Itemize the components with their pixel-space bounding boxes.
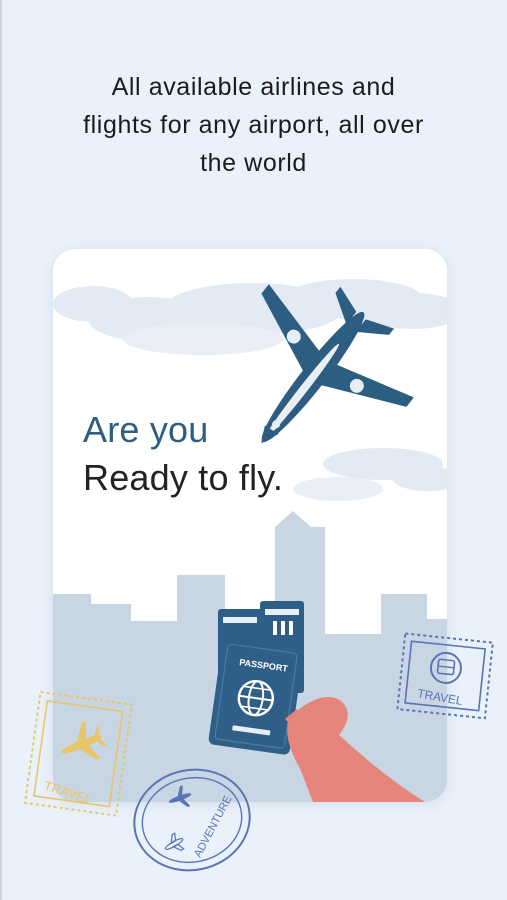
airplane-icon	[61, 721, 107, 760]
airplane-icon	[168, 785, 192, 807]
headline-line: the world	[200, 149, 307, 177]
airplane-outline-icon	[164, 832, 185, 851]
headline-line: flights for any airport, all over	[83, 111, 424, 139]
travel-stamp-gold: TRAVEL	[23, 690, 133, 817]
stamp-label-adventure: ADVENTURE	[192, 794, 234, 860]
stamp-label-travel-gold: TRAVEL	[42, 778, 94, 808]
travel-stamp-blue: TRAVEL	[396, 632, 494, 720]
passport-label: PASSPORT	[239, 657, 289, 674]
headline-line: All available airlines and	[111, 73, 396, 101]
screen-edge	[0, 0, 2, 900]
adventure-stamp: ADVENTURE	[133, 768, 251, 872]
onboarding-headline: All available airlines and flights for a…	[40, 68, 467, 182]
